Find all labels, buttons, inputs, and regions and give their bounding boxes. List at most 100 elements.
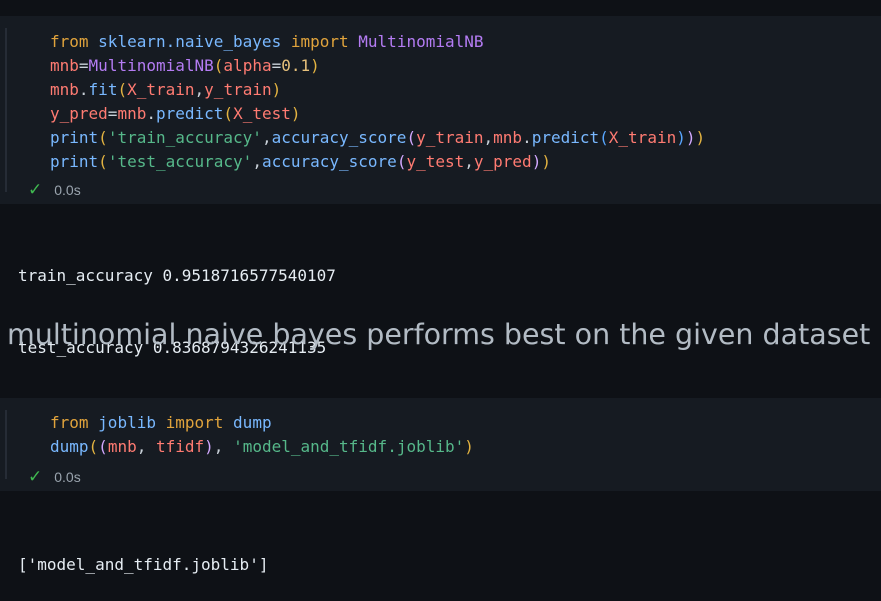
code-token: (: [406, 128, 417, 147]
checkmark-icon: ✓: [28, 467, 43, 487]
code-token: ): [676, 128, 686, 147]
code-token: dump: [233, 413, 272, 432]
code-token: from: [50, 413, 89, 432]
execution-time: 0.0s: [54, 182, 81, 198]
code-token: fit: [88, 80, 118, 99]
code-token: y_train: [204, 80, 272, 99]
code-token: X_train: [127, 80, 195, 99]
code-token: (: [213, 56, 224, 75]
code-token: y_test: [406, 152, 465, 171]
execution-time: 0.0s: [54, 469, 81, 485]
code-token: =: [271, 56, 282, 75]
code-token: ,: [194, 80, 205, 99]
code-token: ,: [213, 437, 234, 456]
code-token: =: [107, 104, 118, 123]
code-token: from: [50, 32, 89, 51]
code-line: mnb=MultinomialNB(alpha=0.1): [50, 54, 705, 78]
code-token: mnb: [50, 56, 79, 75]
code-token: 0.1: [281, 56, 311, 75]
code-token: ): [541, 152, 551, 171]
code-token: ): [290, 104, 301, 123]
code-token: (: [98, 128, 108, 147]
code-cell-1[interactable]: from sklearn.naive_bayes import Multinom…: [0, 16, 881, 204]
code-token: MultinomialNB: [88, 56, 214, 75]
code-token: (: [98, 437, 108, 456]
code-token: (: [223, 104, 234, 123]
code-token: y_train: [416, 128, 484, 147]
code-token: accuracy_score: [261, 152, 397, 171]
cell-output-1: train_accuracy 0.9518716577540107 test_a…: [18, 216, 336, 384]
code-token: =: [78, 56, 89, 75]
code-token: ,: [464, 152, 474, 171]
code-token: ,: [136, 437, 156, 456]
code-token: sklearn.naive_bayes: [98, 32, 282, 51]
code-token: print: [50, 128, 99, 147]
code-token: alpha: [223, 56, 272, 75]
code-token: .: [146, 104, 156, 123]
code-token: (: [599, 128, 609, 147]
cell-output-2: ['model_and_tfidf.joblib']: [18, 505, 268, 601]
code-token: ): [271, 80, 282, 99]
code-token: import: [165, 413, 224, 432]
code-line: dump((mnb, tfidf), 'model_and_tfidf.jobl…: [50, 435, 474, 459]
code-token: joblib: [98, 413, 156, 432]
code-line: y_pred=mnb.predict(X_test): [50, 102, 705, 126]
output-line: ['model_and_tfidf.joblib']: [18, 555, 269, 574]
cell-gutter: [5, 28, 7, 192]
code-token: import: [290, 32, 349, 51]
code-token: 'train_accuracy': [107, 128, 262, 147]
code-line: mnb.fit(X_train,y_train): [50, 78, 705, 102]
code-token: y_pred: [473, 152, 532, 171]
code-line: from sklearn.naive_bayes import Multinom…: [50, 30, 705, 54]
code-token: print: [50, 152, 99, 171]
execution-status: ✓ 0.0s: [28, 179, 81, 201]
execution-status: ✓ 0.0s: [28, 466, 81, 488]
output-line: train_accuracy 0.9518716577540107: [18, 266, 336, 285]
code-editor[interactable]: from joblib import dump dump((mnb, tfidf)…: [50, 411, 474, 459]
code-token: ): [464, 437, 474, 456]
code-token: accuracy_score: [271, 128, 407, 147]
code-token: (: [88, 437, 99, 456]
code-token: dump: [50, 437, 89, 456]
code-line: print('train_accuracy',accuracy_score(y_…: [50, 126, 705, 150]
code-token: tfidf: [155, 437, 205, 456]
code-token: X_train: [608, 128, 677, 147]
code-token: mnb: [50, 80, 79, 99]
markdown-cell[interactable]: multinomial naive bayes performs best on…: [7, 318, 870, 351]
code-cell-2[interactable]: from joblib import dump dump((mnb, tfidf)…: [0, 398, 881, 491]
code-token: predict: [155, 104, 224, 123]
code-token: 'model_and_tfidf.joblib': [233, 437, 465, 456]
code-token: mnb: [107, 437, 137, 456]
code-token: X_test: [233, 104, 291, 123]
code-token: .: [522, 128, 532, 147]
code-token: MultinomialNB: [358, 32, 484, 51]
code-token: (: [117, 80, 128, 99]
code-editor[interactable]: from sklearn.naive_bayes import Multinom…: [50, 30, 705, 174]
code-token: ): [695, 128, 706, 147]
code-token: predict: [531, 128, 600, 147]
code-token: .: [78, 80, 89, 99]
code-line: from joblib import dump: [50, 411, 474, 435]
code-token: ,: [261, 128, 272, 147]
cell-gutter: [5, 410, 7, 479]
code-token: ,: [252, 152, 262, 171]
code-token: mnb: [117, 104, 147, 123]
code-token: ): [310, 56, 320, 75]
code-token: 'test_accuracy': [107, 152, 253, 171]
code-token: ): [531, 152, 542, 171]
code-token: ): [685, 128, 696, 147]
code-line: print('test_accuracy',accuracy_score(y_t…: [50, 150, 705, 174]
code-token: (: [98, 152, 108, 171]
code-token: ): [204, 437, 214, 456]
code-token: (: [396, 152, 407, 171]
code-token: y_pred: [50, 104, 108, 123]
code-token: ,: [483, 128, 494, 147]
checkmark-icon: ✓: [28, 180, 43, 200]
code-token: mnb: [493, 128, 523, 147]
